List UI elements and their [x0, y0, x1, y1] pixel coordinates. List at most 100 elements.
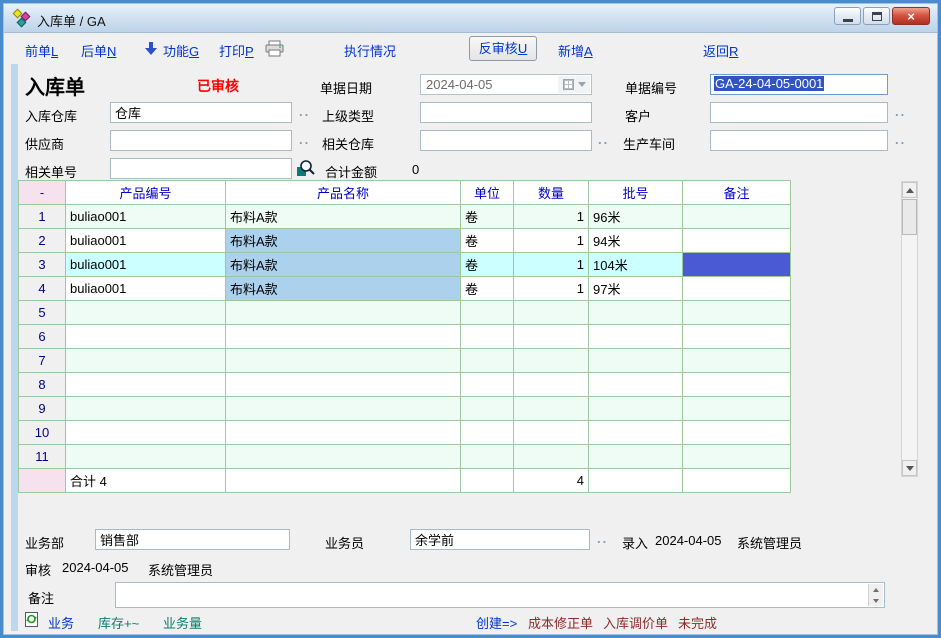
cell-name[interactable] [226, 301, 461, 325]
cell-batch[interactable]: 96米 [589, 205, 683, 229]
scroll-thumb[interactable] [902, 199, 917, 235]
remark-textarea[interactable] [116, 583, 868, 607]
toolbar-item-functions[interactable]: 功能G [163, 41, 199, 60]
cell-batch[interactable]: 97米 [589, 277, 683, 301]
cell-batch[interactable] [589, 325, 683, 349]
warehouse-input[interactable] [110, 102, 292, 123]
col-header-name[interactable]: 产品名称 [226, 181, 461, 205]
cell-code[interactable]: buliao001 [66, 229, 226, 253]
related-no-input[interactable] [110, 158, 292, 179]
cell-unit[interactable]: 卷 [461, 277, 514, 301]
cell-batch[interactable] [589, 421, 683, 445]
cell-batch[interactable]: 104米 [589, 253, 683, 277]
cell-code[interactable] [66, 445, 226, 469]
toolbar-item-print[interactable]: 打印P [219, 41, 254, 60]
cell-batch[interactable] [589, 397, 683, 421]
footer-link-business[interactable]: 业务 [48, 613, 74, 632]
bill-date-combo[interactable]: 2024-04-05 [420, 74, 592, 95]
cell-unit[interactable] [461, 421, 514, 445]
search-button[interactable] [296, 158, 316, 178]
cell-remark[interactable] [683, 325, 791, 349]
cell-code[interactable] [66, 397, 226, 421]
cell-unit[interactable] [461, 373, 514, 397]
cell-qty[interactable] [514, 325, 589, 349]
close-button[interactable]: × [892, 7, 930, 25]
footer-link-cost-fix[interactable]: 成本修正单 [528, 613, 593, 632]
cell-no[interactable]: 5 [19, 301, 66, 325]
cell-unit[interactable]: 卷 [461, 229, 514, 253]
col-header-qty[interactable]: 数量 [514, 181, 589, 205]
minimize-button[interactable] [834, 7, 861, 25]
cell-qty[interactable]: 1 [514, 253, 589, 277]
warehouse-lookup-button[interactable]: .. [299, 104, 310, 119]
footer-link-stock[interactable]: 库存+~ [98, 613, 139, 632]
cell-no[interactable]: 10 [19, 421, 66, 445]
workshop-input[interactable] [710, 130, 888, 151]
cell-qty[interactable] [514, 301, 589, 325]
cell-name[interactable] [226, 325, 461, 349]
cell-remark[interactable] [683, 253, 791, 277]
footer-link-create[interactable]: 创建=> [476, 613, 517, 632]
cell-remark[interactable] [683, 397, 791, 421]
cell-unit[interactable]: 卷 [461, 205, 514, 229]
bill-date-dropdown[interactable] [558, 76, 590, 93]
cell-remark[interactable] [683, 373, 791, 397]
customer-lookup-button[interactable]: .. [895, 104, 906, 119]
supplier-lookup-button[interactable]: .. [299, 132, 310, 147]
cell-qty[interactable] [514, 397, 589, 421]
cell-batch[interactable] [589, 445, 683, 469]
cell-code[interactable] [66, 325, 226, 349]
col-header-code[interactable]: 产品编号 [66, 181, 226, 205]
cell-batch[interactable] [589, 373, 683, 397]
cell-no[interactable]: 3 [19, 253, 66, 277]
cell-code[interactable] [66, 373, 226, 397]
cell-code[interactable] [66, 349, 226, 373]
cell-name[interactable] [226, 397, 461, 421]
spin-up-button[interactable] [869, 584, 883, 595]
cell-no[interactable]: 6 [19, 325, 66, 349]
supplier-input[interactable] [110, 130, 292, 151]
cell-remark[interactable] [683, 229, 791, 253]
spin-down-button[interactable] [869, 595, 883, 606]
cell-unit[interactable] [461, 301, 514, 325]
unaudit-button[interactable]: 反审核U [469, 36, 537, 61]
cell-name[interactable]: 布料A款 [226, 277, 461, 301]
cell-no[interactable]: 2 [19, 229, 66, 253]
footer-link-volume[interactable]: 业务量 [163, 613, 202, 632]
cell-unit[interactable] [461, 349, 514, 373]
footer-link-price-adjust[interactable]: 入库调价单 [603, 613, 668, 632]
cell-code[interactable]: buliao001 [66, 277, 226, 301]
customer-input[interactable] [710, 102, 888, 123]
salesman-lookup-button[interactable]: .. [597, 531, 608, 546]
col-header-remark[interactable]: 备注 [683, 181, 791, 205]
cell-qty[interactable] [514, 445, 589, 469]
cell-code[interactable] [66, 301, 226, 325]
cell-no[interactable]: 7 [19, 349, 66, 373]
salesman-input[interactable] [410, 529, 590, 550]
cell-name[interactable] [226, 373, 461, 397]
col-header-unit[interactable]: 单位 [461, 181, 514, 205]
toolbar-item-back[interactable]: 返回R [703, 41, 738, 60]
cell-qty[interactable] [514, 373, 589, 397]
cell-code[interactable] [66, 421, 226, 445]
cell-remark[interactable] [683, 421, 791, 445]
cell-unit[interactable] [461, 325, 514, 349]
cell-qty[interactable] [514, 349, 589, 373]
cell-remark[interactable] [683, 349, 791, 373]
cell-unit[interactable] [461, 397, 514, 421]
cell-name[interactable] [226, 349, 461, 373]
cell-qty[interactable] [514, 421, 589, 445]
scroll-up-button[interactable] [902, 182, 917, 198]
cell-name[interactable]: 布料A款 [226, 229, 461, 253]
toolbar-item-execution[interactable]: 执行情况 [344, 41, 396, 60]
cell-qty[interactable]: 1 [514, 229, 589, 253]
workshop-lookup-button[interactable]: .. [895, 132, 906, 147]
related-warehouse-input[interactable] [420, 130, 592, 151]
col-header-batch[interactable]: 批号 [589, 181, 683, 205]
cell-no[interactable]: 9 [19, 397, 66, 421]
footer-link-incomplete[interactable]: 未完成 [678, 613, 717, 632]
cell-batch[interactable] [589, 301, 683, 325]
cell-qty[interactable]: 1 [514, 205, 589, 229]
cell-batch[interactable]: 94米 [589, 229, 683, 253]
down-arrow-icon[interactable] [145, 42, 157, 55]
